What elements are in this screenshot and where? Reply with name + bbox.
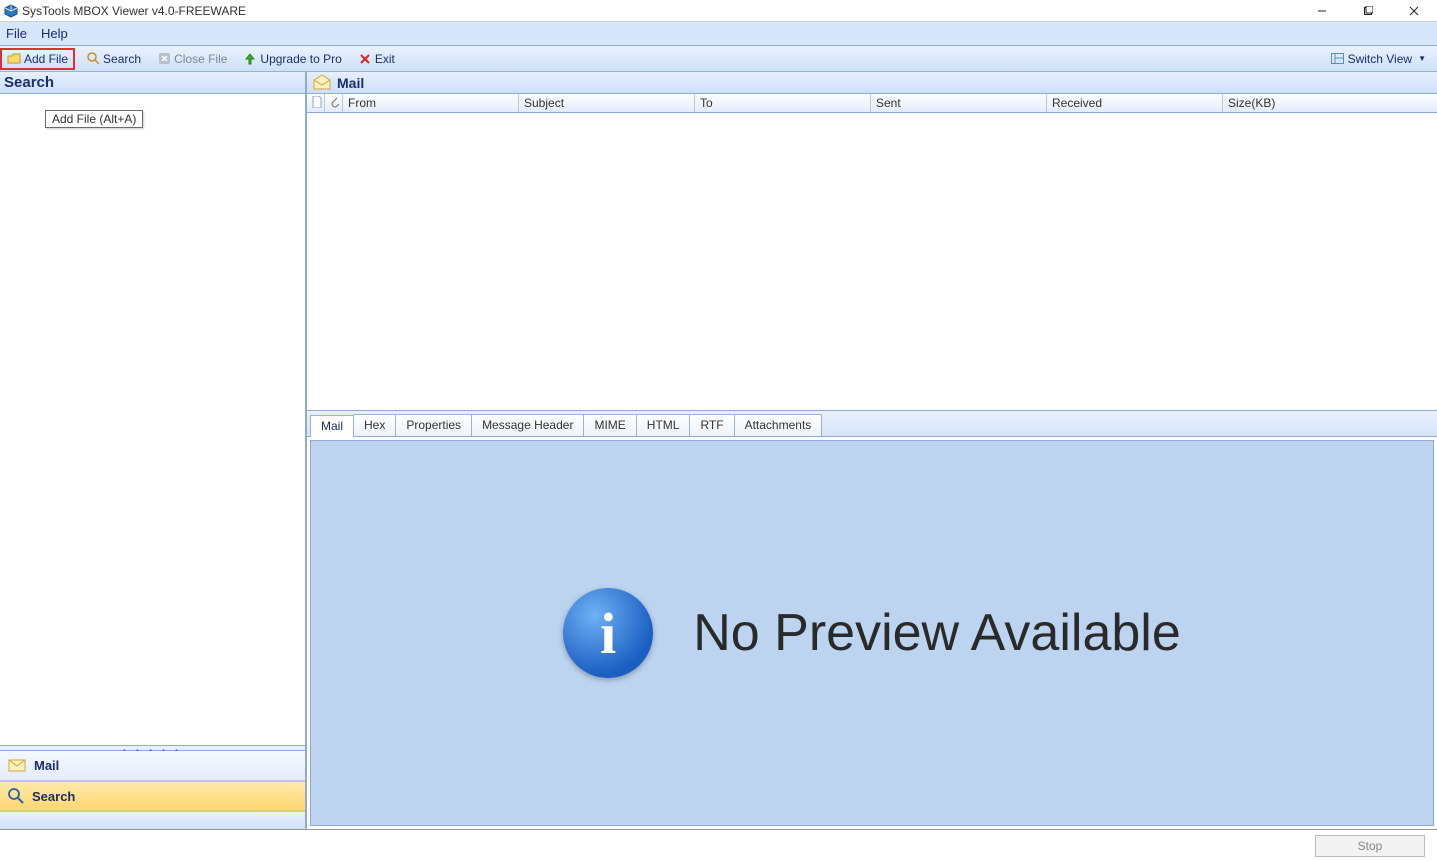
close-button[interactable] — [1391, 0, 1437, 22]
preview-pane: i No Preview Available — [310, 440, 1434, 826]
folder-open-icon — [7, 52, 21, 66]
tab-attachments[interactable]: Attachments — [734, 414, 823, 436]
sidebar: Search Add File (Alt+A) • • • • • Mail S… — [0, 72, 307, 829]
close-file-icon — [157, 52, 171, 66]
sidebar-header: Search — [0, 72, 305, 94]
toolbar-label: Close File — [174, 52, 227, 66]
grid-header-row: From Subject To Sent Received Size(KB) — [307, 94, 1437, 113]
column-received[interactable]: Received — [1047, 94, 1223, 112]
toolbar-label: Add File — [24, 52, 68, 66]
toolbar-label: Search — [103, 52, 141, 66]
layout-icon — [1331, 52, 1345, 66]
sidebar-nav-label: Mail — [34, 758, 59, 773]
tab-hex[interactable]: Hex — [353, 414, 396, 436]
app-icon — [4, 4, 18, 18]
toolbar-label: Exit — [375, 52, 395, 66]
search-icon — [86, 52, 100, 66]
preview-tabs: Mail Hex Properties Message Header MIME … — [307, 411, 1437, 437]
column-subject[interactable]: Subject — [519, 94, 695, 112]
tab-html[interactable]: HTML — [636, 414, 691, 436]
search-button[interactable]: Search — [81, 50, 146, 68]
stop-button[interactable]: Stop — [1315, 835, 1425, 857]
column-to[interactable]: To — [695, 94, 871, 112]
mail-panel-header: Mail — [307, 72, 1437, 94]
sidebar-nav-label: Search — [32, 789, 75, 804]
exit-button[interactable]: Exit — [353, 50, 400, 68]
menu-file[interactable]: File — [6, 26, 27, 41]
title-bar: SysTools MBOX Viewer v4.0-FREEWARE — [0, 0, 1437, 22]
tab-properties[interactable]: Properties — [395, 414, 472, 436]
mail-open-icon — [313, 75, 331, 90]
panel-title: Mail — [337, 75, 364, 91]
search-icon — [8, 788, 24, 804]
arrow-up-icon — [243, 52, 257, 66]
add-file-button[interactable]: Add File — [0, 48, 75, 70]
column-from[interactable]: From — [343, 94, 519, 112]
column-sent[interactable]: Sent — [871, 94, 1047, 112]
upgrade-button[interactable]: Upgrade to Pro — [238, 50, 346, 68]
close-file-button[interactable]: Close File — [152, 50, 232, 68]
toolbar: Add File Search Close File Upgrade to Pr… — [0, 46, 1437, 72]
preview-message: No Preview Available — [693, 603, 1181, 663]
mail-icon — [8, 759, 26, 772]
switch-view-button[interactable]: Switch View ▼ — [1326, 50, 1431, 68]
bottom-bar: Stop — [0, 829, 1437, 861]
grid-body — [307, 113, 1437, 411]
sidebar-footer — [0, 811, 305, 829]
tooltip: Add File (Alt+A) — [45, 110, 143, 128]
tab-mime[interactable]: MIME — [583, 414, 636, 436]
menu-help[interactable]: Help — [41, 26, 68, 41]
column-doc-icon[interactable] — [307, 94, 325, 112]
column-size[interactable]: Size(KB) — [1223, 94, 1437, 112]
tab-rtf[interactable]: RTF — [689, 414, 734, 436]
minimize-button[interactable] — [1299, 0, 1345, 22]
column-attachment-icon[interactable] — [325, 94, 343, 112]
sidebar-nav-search[interactable]: Search — [0, 781, 305, 811]
sidebar-body: Add File (Alt+A) — [0, 94, 305, 745]
maximize-button[interactable] — [1345, 0, 1391, 22]
tab-message-header[interactable]: Message Header — [471, 414, 584, 436]
app-title: SysTools MBOX Viewer v4.0-FREEWARE — [22, 4, 246, 18]
menu-bar: File Help — [0, 22, 1437, 46]
close-icon — [358, 52, 372, 66]
info-icon: i — [563, 588, 653, 678]
toolbar-label: Upgrade to Pro — [260, 52, 341, 66]
main-panel: Mail From Subject To Sent Received Size(… — [307, 72, 1437, 829]
sidebar-nav-mail[interactable]: Mail — [0, 751, 305, 781]
tab-mail[interactable]: Mail — [310, 415, 354, 437]
chevron-down-icon: ▼ — [1418, 54, 1426, 63]
toolbar-label: Switch View — [1348, 52, 1412, 66]
